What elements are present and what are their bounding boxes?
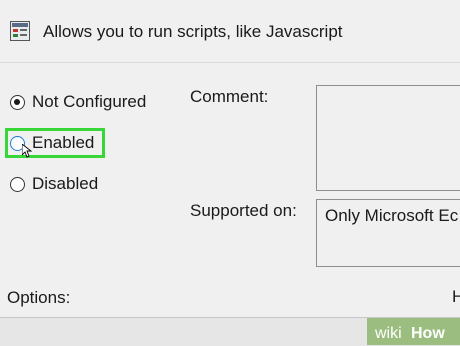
radio-not-configured-button[interactable] — [10, 94, 25, 110]
supported-on-value: Only Microsoft Ec — [325, 206, 459, 225]
radio-disabled-label: Disabled — [32, 174, 99, 193]
supported-on-label: Supported on: — [190, 201, 297, 220]
options-label: Options: — [7, 288, 71, 307]
comment-label: Comment: — [190, 87, 269, 106]
wikihow-watermark: wiki How — [367, 318, 460, 345]
radio-disabled[interactable]: Disabled — [10, 172, 98, 196]
policy-title-bar: Allows you to run scripts, like Javascri… — [0, 0, 460, 62]
watermark-wiki-text: wiki — [374, 325, 402, 342]
radio-enabled-label: Enabled — [32, 133, 95, 152]
help-label: H — [452, 287, 460, 306]
radio-disabled-button[interactable] — [10, 176, 25, 192]
title-separator — [0, 62, 460, 63]
comment-textbox[interactable] — [316, 85, 460, 191]
policy-setting-icon — [10, 21, 30, 41]
radio-not-configured[interactable]: Not Configured — [10, 90, 146, 114]
policy-title: Allows you to run scripts, like Javascri… — [43, 22, 343, 41]
watermark-how-text: How — [411, 325, 445, 342]
radio-not-configured-label: Not Configured — [32, 92, 147, 111]
mouse-cursor-icon — [22, 144, 32, 158]
